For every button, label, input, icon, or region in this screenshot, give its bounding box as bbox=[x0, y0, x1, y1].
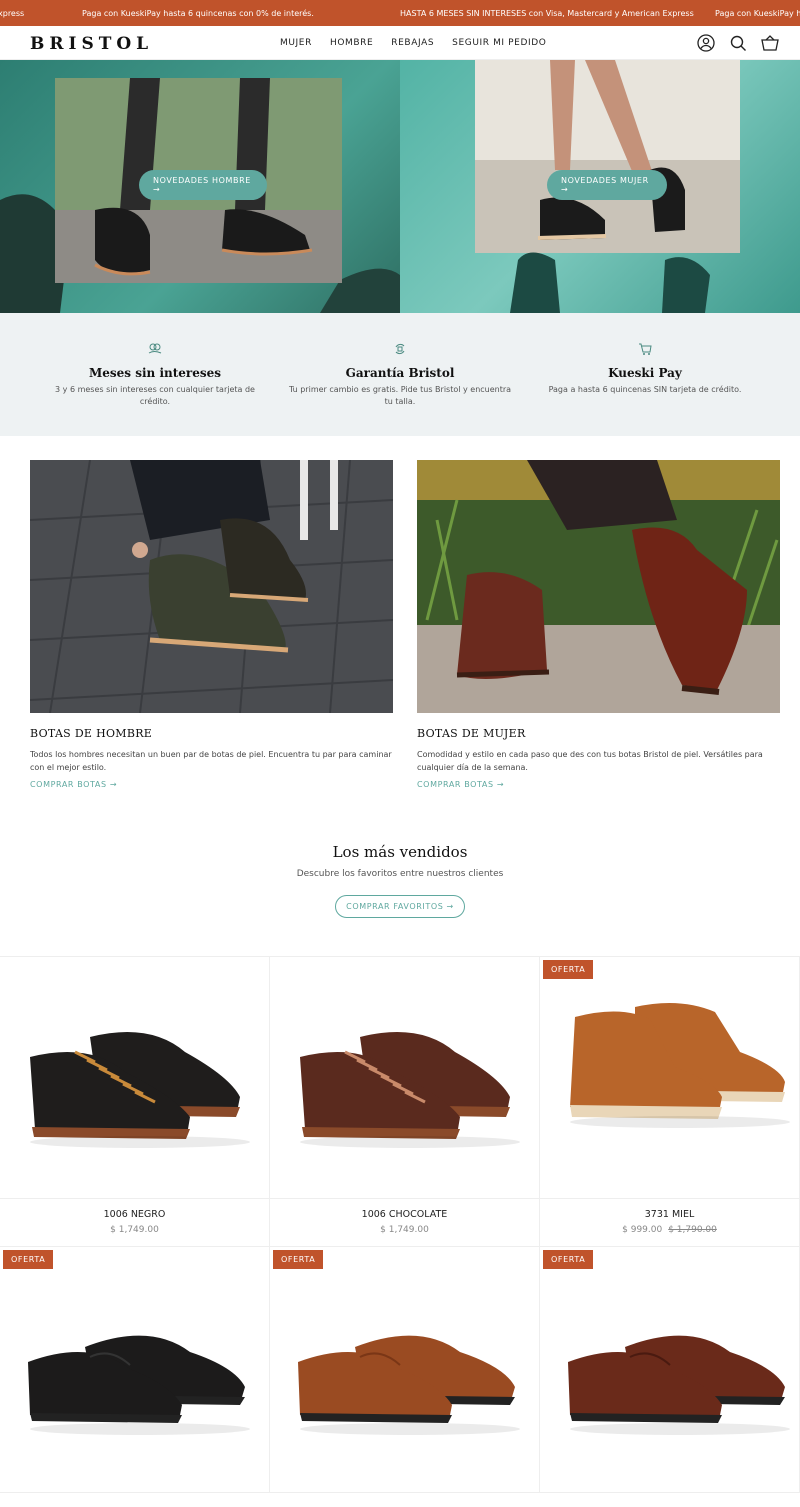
comprar-favoritos-button[interactable]: COMPRAR FAVORITOS → bbox=[335, 895, 465, 918]
oxford-illustration bbox=[28, 1335, 250, 1435]
hero-women: NOVEDADES MUJER → bbox=[400, 60, 800, 313]
cart-icon[interactable] bbox=[760, 33, 780, 53]
best-sellers-section: Los más vendidos Descubre los favoritos … bbox=[0, 789, 800, 918]
oferta-badge: OFERTA bbox=[543, 960, 594, 979]
announcement-text: Paga con KueskiPay h bbox=[715, 9, 800, 18]
account-icon[interactable] bbox=[696, 33, 716, 53]
product-image[interactable] bbox=[540, 1247, 799, 1493]
product-card[interactable]: OFERTA bbox=[0, 1247, 270, 1493]
category-title: BOTAS DE MUJER bbox=[417, 727, 526, 740]
announcement-bar: xpress Paga con KueskiPay hasta 6 quince… bbox=[0, 0, 800, 26]
section-title: Los más vendidos bbox=[332, 843, 468, 861]
site-header: BRISTOL MUJER HOMBRE REBAJAS SEGUIR MI P… bbox=[0, 26, 800, 60]
product-current-price: $ 1,749.00 bbox=[380, 1225, 429, 1235]
section-subtitle: Descubre los favoritos entre nuestros cl… bbox=[296, 869, 504, 879]
benefit-msi: Meses sin intereses 3 y 6 meses sin inte… bbox=[40, 313, 270, 436]
loafer-illustration bbox=[568, 1335, 790, 1435]
hero-men: NOVEDADES HOMBRE → bbox=[0, 60, 400, 313]
menu-item-hombre[interactable]: HOMBRE bbox=[330, 38, 373, 48]
product-image[interactable] bbox=[0, 957, 269, 1199]
category-section: BOTAS DE HOMBRE Todos los hombres necesi… bbox=[0, 436, 800, 789]
main-menu: MUJER HOMBRE REBAJAS SEGUIR MI PEDIDO bbox=[280, 38, 546, 48]
hand-coins-icon bbox=[148, 341, 162, 360]
benefit-garantia: Garantía Bristol Tu primer cambio es gra… bbox=[285, 313, 515, 436]
search-icon[interactable] bbox=[728, 33, 748, 53]
product-card[interactable]: OFERTA bbox=[270, 1247, 540, 1493]
benefits-bar: Meses sin intereses 3 y 6 meses sin inte… bbox=[0, 313, 800, 436]
product-image[interactable] bbox=[0, 1247, 269, 1493]
header-icons bbox=[696, 33, 780, 53]
exchange-icon bbox=[393, 341, 407, 360]
announcement-text: Paga con KueskiPay hasta 6 quincenas con… bbox=[82, 9, 314, 18]
menu-item-rebajas[interactable]: REBAJAS bbox=[391, 38, 434, 48]
product-current-price: $ 999.00 bbox=[622, 1225, 663, 1235]
menu-item-seguir-pedido[interactable]: SEGUIR MI PEDIDO bbox=[452, 38, 546, 48]
novedades-hombre-button[interactable]: NOVEDADES HOMBRE → bbox=[139, 170, 267, 200]
product-price: $ 999.00 $ 1,790.00 bbox=[540, 1225, 799, 1235]
announcement-text: xpress bbox=[0, 9, 25, 18]
category-text: Todos los hombres necesitan un buen par … bbox=[30, 750, 392, 772]
menu-item-mujer[interactable]: MUJER bbox=[280, 38, 312, 48]
benefit-kueski: Kueski Pay Paga a hasta 6 quincenas SIN … bbox=[530, 313, 760, 436]
product-price: $ 1,749.00 bbox=[0, 1225, 269, 1235]
product-card[interactable]: 1006 CHOCOLATE $ 1,749.00 bbox=[270, 957, 540, 1247]
product-current-price: $ 1,749.00 bbox=[110, 1225, 159, 1235]
product-image[interactable] bbox=[270, 1247, 539, 1493]
comprar-botas-link[interactable]: COMPRAR BOTAS → bbox=[417, 780, 780, 789]
product-name[interactable]: 1006 CHOCOLATE bbox=[270, 1209, 539, 1220]
novedades-mujer-button[interactable]: NOVEDADES MUJER → bbox=[547, 170, 667, 200]
announcement-text: HASTA 6 MESES SIN INTERESES con Visa, Ma… bbox=[400, 9, 694, 18]
oferta-badge: OFERTA bbox=[3, 1250, 54, 1269]
oferta-badge: OFERTA bbox=[543, 1250, 594, 1269]
product-card[interactable]: OFERTA 3731 MIEL $ 999.00 $ 1,790.00 bbox=[540, 957, 800, 1247]
category-text: Comodidad y estilo en cada paso que des … bbox=[417, 750, 763, 772]
benefit-title: Meses sin intereses bbox=[88, 366, 222, 380]
benefit-title: Garantía Bristol bbox=[345, 366, 455, 380]
product-grid: 1006 NEGRO $ 1,749.00 1006 CHOCOLATE $ 1… bbox=[0, 956, 800, 1493]
women-boots-image[interactable] bbox=[417, 460, 780, 713]
men-boots-image[interactable] bbox=[30, 460, 393, 713]
benefit-text: 3 y 6 meses sin intereses con cualquier … bbox=[55, 385, 255, 406]
benefit-text: Tu primer cambio es gratis. Pide tus Bri… bbox=[288, 385, 512, 406]
product-old-price: $ 1,790.00 bbox=[668, 1225, 717, 1235]
product-card[interactable]: OFERTA bbox=[540, 1247, 800, 1493]
brand-logo[interactable]: BRISTOL bbox=[30, 34, 153, 54]
category-title: BOTAS DE HOMBRE bbox=[30, 727, 153, 740]
chukka-illustration bbox=[570, 1003, 790, 1128]
category-women-boots: BOTAS DE MUJER Comodidad y estilo en cad… bbox=[417, 460, 780, 789]
hero-banner: NOVEDADES HOMBRE → NOVEDADES MUJER → bbox=[0, 60, 800, 313]
comprar-botas-link[interactable]: COMPRAR BOTAS → bbox=[30, 780, 393, 789]
product-price: $ 1,749.00 bbox=[270, 1225, 539, 1235]
boot-illustration bbox=[300, 1032, 520, 1148]
cart-icon bbox=[638, 341, 652, 360]
product-image[interactable] bbox=[270, 957, 539, 1199]
oferta-badge: OFERTA bbox=[273, 1250, 324, 1269]
benefit-text: Paga a hasta 6 quincenas SIN tarjeta de … bbox=[548, 385, 742, 394]
benefit-title: Kueski Pay bbox=[608, 366, 682, 380]
product-name[interactable]: 3731 MIEL bbox=[540, 1209, 799, 1220]
category-men-boots: BOTAS DE HOMBRE Todos los hombres necesi… bbox=[30, 460, 393, 789]
product-card[interactable]: 1006 NEGRO $ 1,749.00 bbox=[0, 957, 270, 1247]
wingtip-illustration bbox=[298, 1335, 520, 1435]
boot-illustration bbox=[30, 1032, 250, 1148]
product-image[interactable] bbox=[540, 957, 799, 1199]
product-name[interactable]: 1006 NEGRO bbox=[0, 1209, 269, 1220]
